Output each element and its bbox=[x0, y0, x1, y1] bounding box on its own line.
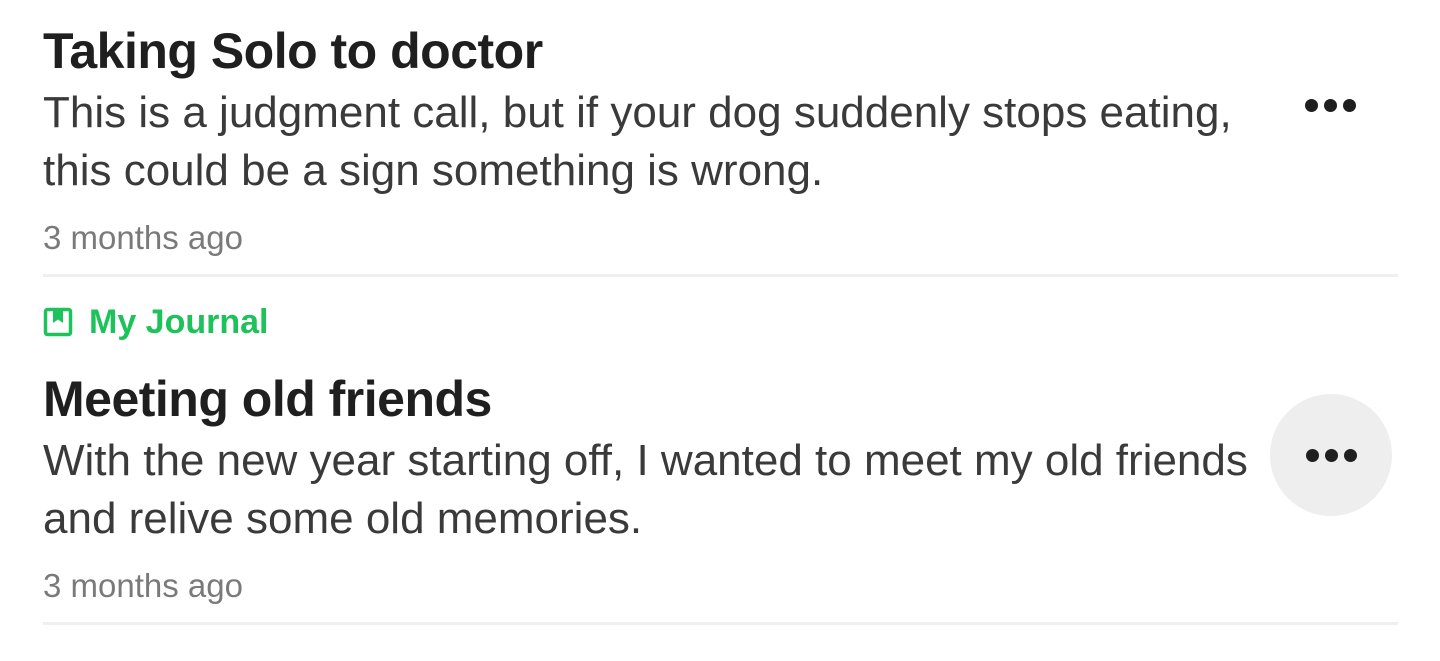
journal-name: My Journal bbox=[89, 302, 269, 341]
divider bbox=[43, 274, 1398, 277]
entry-body: With the new year starting off, I wanted… bbox=[43, 436, 1248, 543]
entry-title: Taking Solo to doctor bbox=[43, 23, 543, 79]
more-horizontal-icon bbox=[1305, 448, 1357, 462]
more-horizontal-icon bbox=[1304, 98, 1356, 112]
entry-timestamp: 3 months ago bbox=[43, 219, 243, 256]
entry-timestamp: 3 months ago bbox=[43, 567, 243, 604]
entry-title: Meeting old friends bbox=[43, 371, 492, 427]
journal-entry-card[interactable]: Taking Solo to doctor This is a judgment… bbox=[43, 18, 1398, 277]
more-options-button[interactable] bbox=[1270, 394, 1392, 516]
journal-entry-card[interactable]: My Journal Meeting old friends With the … bbox=[43, 300, 1398, 625]
more-options-button[interactable] bbox=[1269, 44, 1391, 166]
entry-body: This is a judgment call, but if your dog… bbox=[43, 88, 1232, 195]
journal-tag[interactable]: My Journal bbox=[43, 300, 1398, 344]
journal-book-icon bbox=[43, 307, 73, 337]
divider bbox=[43, 622, 1398, 625]
